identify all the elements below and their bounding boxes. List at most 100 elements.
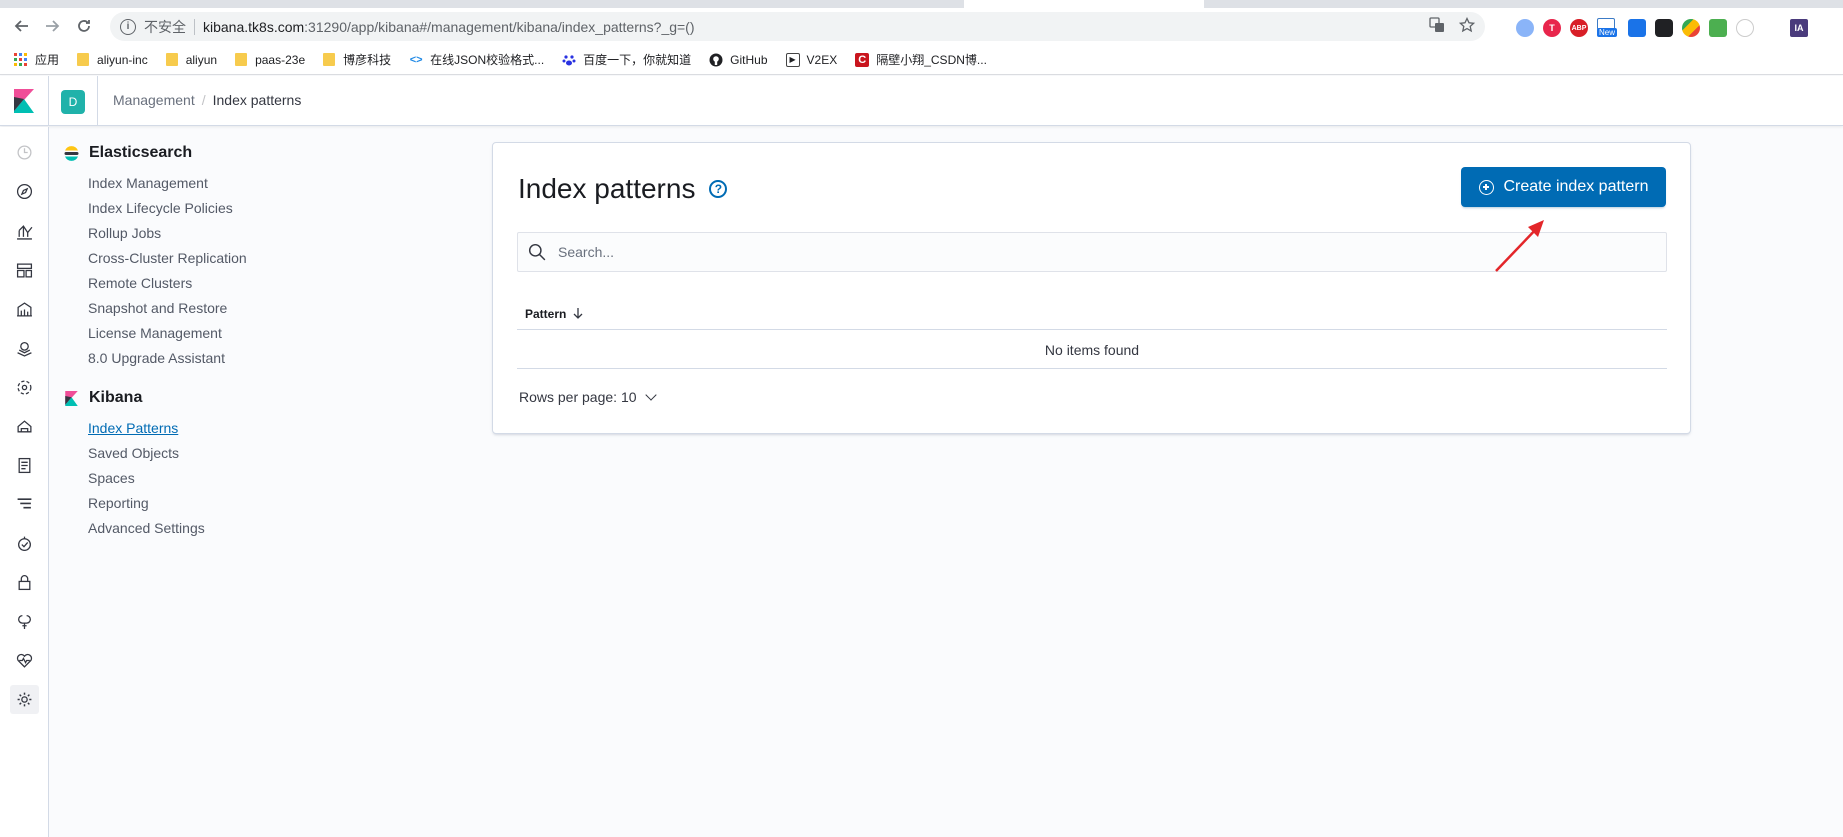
rows-per-page-button[interactable]: Rows per page: 10 <box>519 389 657 405</box>
infrastructure-icon[interactable] <box>13 415 35 437</box>
machine-learning-icon[interactable] <box>13 376 35 398</box>
bookmark-aliyun-inc[interactable]: aliyun-inc <box>77 53 148 67</box>
extension-t-icon[interactable]: T <box>1543 19 1561 37</box>
browser-active-tab[interactable] <box>964 0 1204 8</box>
sidenav-item-upgrade-assistant[interactable]: 8.0 Upgrade Assistant <box>88 350 364 375</box>
chevron-down-icon <box>644 389 657 401</box>
dev-tools-icon[interactable] <box>13 610 35 632</box>
bookmark-label: aliyun-inc <box>97 52 148 67</box>
create-index-pattern-button[interactable]: Create index pattern <box>1461 167 1666 207</box>
extension-cursor-icon[interactable] <box>1736 19 1754 37</box>
extension-ia-icon[interactable]: IA <box>1790 19 1808 37</box>
visualize-chart-icon[interactable] <box>13 220 35 242</box>
sidenav-group-title: Kibana <box>89 389 143 406</box>
recently-viewed-icon[interactable] <box>13 141 35 163</box>
search-icon <box>528 243 546 261</box>
column-header-pattern[interactable]: Pattern <box>525 307 566 321</box>
management-gear-icon[interactable] <box>10 685 39 714</box>
extension-new-icon[interactable]: New <box>1597 18 1619 38</box>
dashboard-icon[interactable] <box>13 259 35 281</box>
bookmark-label: 博彦科技 <box>343 53 392 67</box>
reload-icon[interactable] <box>70 12 98 40</box>
plus-circle-icon <box>1478 179 1494 195</box>
v2ex-icon: ▶ <box>785 52 800 67</box>
bookmark-apps[interactable]: 应用 <box>14 51 59 68</box>
table-empty-row: No items found <box>517 331 1667 369</box>
header-divider <box>48 76 49 126</box>
bookmark-aliyun[interactable]: aliyun <box>165 53 217 67</box>
bookmarks-bar: 应用 aliyun-inc aliyun paas-23e 博彦科技 <> 在线… <box>0 45 1843 75</box>
sidenav-item-cross-cluster-replication[interactable]: Cross-Cluster Replication <box>88 250 364 275</box>
sidenav-item-index-lifecycle-policies[interactable]: Index Lifecycle Policies <box>88 200 364 225</box>
back-icon[interactable] <box>8 12 36 40</box>
space-avatar[interactable]: D <box>61 90 85 114</box>
management-sidenav: Elasticsearch Index Management Index Lif… <box>64 142 364 545</box>
bookmark-label: 百度一下，你就知道 <box>583 53 692 67</box>
annotation-arrow-icon <box>1495 220 1544 272</box>
extension-shield-icon[interactable] <box>1628 19 1646 37</box>
search-input[interactable] <box>558 244 1558 260</box>
folder-icon <box>165 53 178 66</box>
forward-icon[interactable] <box>38 12 66 40</box>
folder-icon <box>77 53 90 66</box>
address-bar[interactable]: i 不安全 kibana.tk8s.com:31290/app/kibana#/… <box>110 12 1485 41</box>
info-icon[interactable]: i <box>120 18 136 35</box>
folder-icon <box>235 53 248 66</box>
bookmark-csdn[interactable]: C 隔壁小翔_CSDN博... <box>855 51 987 68</box>
sidenav-item-index-management[interactable]: Index Management <box>88 175 364 200</box>
kibana-logo-icon[interactable] <box>14 89 34 113</box>
csdn-icon: C <box>855 52 870 67</box>
elasticsearch-logo-icon <box>64 145 79 161</box>
uptime-icon[interactable] <box>13 532 35 554</box>
sidenav-item-saved-objects[interactable]: Saved Objects <box>88 445 364 470</box>
breadcrumb: Management / Index patterns <box>113 92 301 108</box>
sidenav-item-rollup-jobs[interactable]: Rollup Jobs <box>88 225 364 250</box>
extension-color-icon[interactable] <box>1682 19 1700 37</box>
sidenav-item-license-management[interactable]: License Management <box>88 325 364 350</box>
discover-compass-icon[interactable] <box>13 180 35 202</box>
sidenav-item-spaces[interactable]: Spaces <box>88 470 364 495</box>
bookmark-label: 应用 <box>35 53 60 67</box>
bookmark-json[interactable]: <> 在线JSON校验格式... <box>409 51 544 68</box>
sidenav-item-index-patterns[interactable]: Index Patterns <box>88 420 364 445</box>
extension-eyes-icon[interactable] <box>1655 19 1673 37</box>
sidenav-items-kibana: Index Patterns Saved Objects Spaces Repo… <box>88 420 364 545</box>
help-question-icon[interactable]: ? <box>709 180 728 198</box>
sidenav-item-remote-clusters[interactable]: Remote Clusters <box>88 275 364 300</box>
bookmark-boyan[interactable]: 博彦科技 <box>323 51 391 68</box>
sidenav-item-reporting[interactable]: Reporting <box>88 495 364 520</box>
create-index-pattern-label: Create index pattern <box>1503 178 1649 195</box>
maps-icon[interactable] <box>13 337 35 359</box>
extension-new-badge: New <box>1597 28 1618 37</box>
apm-icon[interactable] <box>13 493 35 515</box>
sidenav-item-snapshot-and-restore[interactable]: Snapshot and Restore <box>88 300 364 325</box>
extension-globe-icon[interactable] <box>1516 19 1534 37</box>
bookmark-star-icon[interactable] <box>1458 16 1476 37</box>
baidu-paw-icon <box>562 53 576 67</box>
browser-toolbar: i 不安全 kibana.tk8s.com:31290/app/kibana#/… <box>0 8 1843 45</box>
extension-green-icon[interactable] <box>1709 19 1727 37</box>
translate-icon[interactable] <box>1429 17 1445 37</box>
bookmark-paas[interactable]: paas-23e <box>235 53 305 67</box>
logs-icon[interactable] <box>13 454 35 476</box>
index-patterns-panel: Index patterns ? Create index pattern Pa… <box>492 142 1691 434</box>
sort-arrow-down-icon[interactable] <box>572 307 584 322</box>
extension-blank-icon[interactable] <box>1763 19 1781 37</box>
extension-adblock-icon[interactable]: ABP <box>1570 19 1588 37</box>
bookmark-baidu[interactable]: 百度一下，你就知道 <box>562 51 691 68</box>
bookmark-label: 在线JSON校验格式... <box>430 53 545 67</box>
monitoring-icon[interactable] <box>13 649 35 671</box>
header-divider <box>97 76 98 126</box>
bookmark-github[interactable]: GitHub <box>709 53 768 67</box>
breadcrumb-management[interactable]: Management <box>113 92 195 108</box>
sidenav-item-advanced-settings[interactable]: Advanced Settings <box>88 520 364 545</box>
code-icon: <> <box>409 53 423 66</box>
sidenav-items-elasticsearch: Index Management Index Lifecycle Policie… <box>88 175 364 375</box>
table-header: Pattern <box>517 299 1667 330</box>
bookmark-v2ex[interactable]: ▶ V2EX <box>785 52 837 67</box>
siem-lock-icon[interactable] <box>13 571 35 593</box>
canvas-icon[interactable] <box>13 298 35 320</box>
rows-per-page-label: Rows per page: 10 <box>519 389 637 405</box>
sidenav-group-title: Elasticsearch <box>89 144 193 161</box>
kibana-small-logo-icon <box>64 390 79 406</box>
